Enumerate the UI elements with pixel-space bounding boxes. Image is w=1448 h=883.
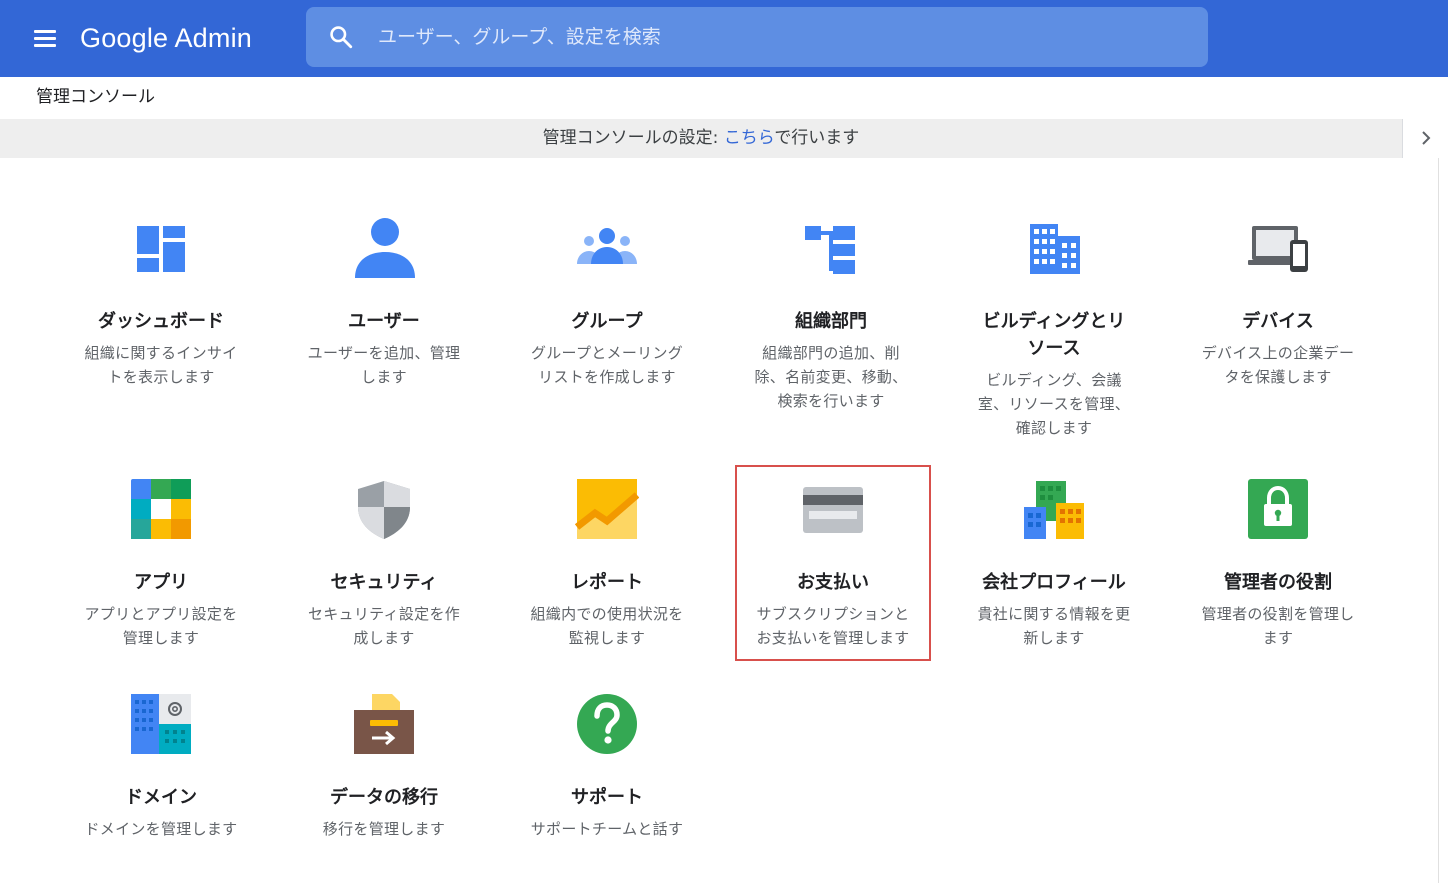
card-description: 監視します: [568, 629, 646, 647]
card-description: お支払いを管理します: [756, 629, 910, 647]
admin-roles-lock-icon: [1248, 479, 1308, 539]
card-org-units[interactable]: 組織部門 組織部門の追加、削 除、名前変更、移動、 検索を行います: [733, 204, 929, 444]
side-panel-toggle[interactable]: [1402, 119, 1448, 158]
card-title: 会社プロフィール: [982, 572, 1126, 593]
card-title: ビルディングとリ: [982, 311, 1126, 332]
company-profile-icon: [1024, 481, 1084, 539]
group-icon: [577, 228, 637, 264]
card-description: ドメインを管理します: [84, 820, 238, 838]
card-description: デバイス上の企業デー: [1201, 344, 1355, 362]
card-description: 新します: [1023, 629, 1085, 647]
card-description: アプリとアプリ設定を: [84, 605, 238, 623]
main-menu-button[interactable]: [30, 24, 60, 54]
card-description: サポートチームと話す: [530, 820, 684, 838]
card-devices[interactable]: デバイス デバイス上の企業デー タを保護します: [1180, 204, 1376, 444]
card-description: 移行を管理します: [322, 820, 446, 838]
domains-icon: [131, 694, 191, 754]
card-title: レポート: [571, 572, 643, 593]
card-domains[interactable]: ドメイン ドメインを管理します: [63, 680, 259, 850]
card-title: グループ: [571, 311, 643, 332]
settings-here-link[interactable]: こちら: [724, 128, 775, 148]
card-description: タを保護します: [1224, 368, 1332, 386]
support-help-icon: [577, 694, 637, 754]
card-description: ユーザーを追加、管理: [307, 344, 461, 362]
card-description: グループとメーリング: [530, 344, 684, 362]
card-description: 貴社に関する情報を更: [977, 605, 1131, 623]
card-title: ダッシュボード: [98, 311, 224, 332]
card-title: 管理者の役割: [1224, 572, 1332, 593]
google-admin-logo[interactable]: Google Admin: [80, 18, 252, 58]
chevron-right-icon: [1422, 131, 1431, 145]
card-description: リストを作成します: [538, 368, 676, 386]
settings-notice-bar: 管理コンソールの設定: こちらで行います: [0, 119, 1448, 158]
card-description: ます: [1262, 629, 1294, 647]
devices-icon: [1248, 226, 1308, 272]
security-shield-icon: [358, 481, 410, 539]
card-description: 除、名前変更、移動、: [754, 368, 908, 386]
card-title: 組織部門: [795, 311, 867, 332]
card-apps[interactable]: アプリ アプリとアプリ設定を 管理します: [63, 465, 259, 661]
card-billing[interactable]: お支払い サブスクリプションと お支払いを管理します: [735, 465, 931, 661]
card-description: セキュリティ設定を作: [307, 605, 461, 623]
breadcrumb: 管理コンソール: [0, 77, 1448, 119]
card-description: 室、リソースを管理、: [977, 395, 1131, 413]
card-security[interactable]: セキュリティ セキュリティ設定を作 成します: [286, 465, 482, 661]
card-title: ユーザー: [348, 311, 420, 332]
card-admin-roles[interactable]: 管理者の役割 管理者の役割を管理し ます: [1180, 465, 1376, 661]
card-description: 管理者の役割を管理し: [1201, 605, 1355, 623]
card-buildings-resources[interactable]: ビルディングとリ ソース ビルディング、会議 室、リソースを管理、 確認します: [956, 204, 1152, 444]
card-title: セキュリティ: [330, 572, 438, 593]
card-title: ソース: [1027, 338, 1081, 359]
dashboard-icon: [137, 226, 185, 272]
card-reports[interactable]: レポート 組織内での使用状況を 監視します: [509, 465, 705, 661]
card-description: 組織内での使用状況を: [530, 605, 684, 623]
card-description: 管理します: [122, 629, 200, 647]
settings-notice-text: 管理コンソールの設定: こちらで行います: [542, 128, 860, 148]
user-icon: [355, 218, 415, 278]
breadcrumb-admin-console[interactable]: 管理コンソール: [36, 77, 155, 117]
card-description: 組織部門の追加、削: [762, 344, 900, 362]
right-divider: [1438, 158, 1439, 883]
card-title: サポート: [571, 787, 643, 808]
building-icon: [1030, 224, 1080, 274]
card-description: 成します: [353, 629, 415, 647]
card-description: します: [361, 368, 407, 386]
hamburger-icon: [34, 30, 56, 33]
search-input[interactable]: ユーザー、グループ、設定を検索: [378, 7, 661, 67]
card-title: デバイス: [1242, 311, 1314, 332]
card-title: データの移行: [330, 787, 438, 808]
billing-card-icon: [803, 487, 863, 533]
card-description: 組織に関するインサイ: [84, 344, 238, 362]
card-title: アプリ: [134, 572, 188, 593]
card-description: 確認します: [1015, 419, 1093, 437]
card-company-profile[interactable]: 会社プロフィール 貴社に関する情報を更 新します: [956, 465, 1152, 661]
apps-icon: [131, 479, 191, 539]
card-title: お支払い: [797, 572, 869, 593]
org-unit-icon: [805, 226, 855, 274]
card-description: トを表示します: [107, 368, 215, 386]
search-box[interactable]: ユーザー、グループ、設定を検索: [306, 7, 1208, 67]
card-support[interactable]: サポート サポートチームと話す: [509, 680, 705, 850]
card-dashboard[interactable]: ダッシュボード 組織に関するインサイ トを表示します: [63, 204, 259, 444]
card-groups[interactable]: グループ グループとメーリング リストを作成します: [509, 204, 705, 444]
search-icon: [330, 26, 353, 49]
card-description: 検索を行います: [777, 392, 885, 410]
card-description: サブスクリプションと: [756, 605, 910, 623]
card-description: ビルディング、会議: [986, 371, 1122, 389]
data-migration-icon: [354, 694, 414, 754]
card-data-migration[interactable]: データの移行 移行を管理します: [286, 680, 482, 850]
card-users[interactable]: ユーザー ユーザーを追加、管理 します: [286, 204, 482, 444]
top-app-bar: Google Admin ユーザー、グループ、設定を検索: [0, 0, 1448, 77]
card-title: ドメイン: [125, 787, 197, 808]
reports-chart-icon: [575, 479, 639, 539]
